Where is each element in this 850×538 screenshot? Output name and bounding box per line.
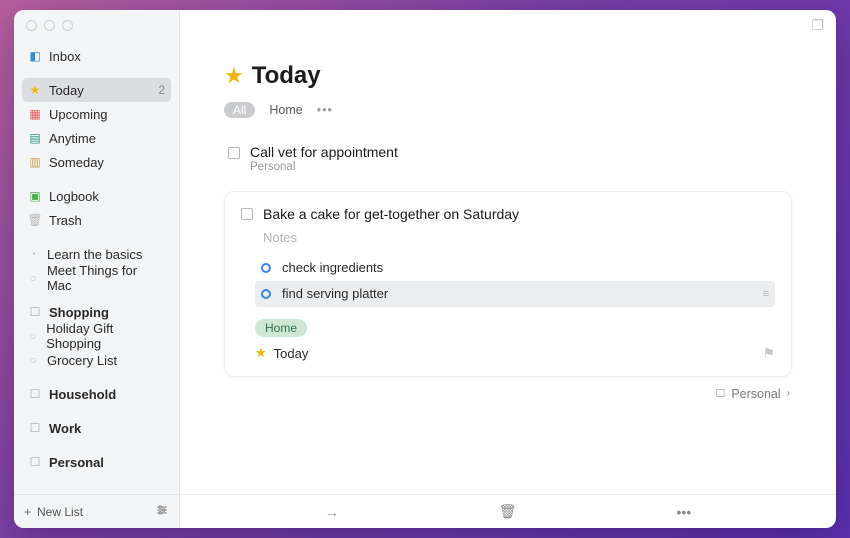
checklist-item-label: check ingredients	[282, 260, 383, 275]
tags-row: Home	[255, 319, 775, 337]
today-count-badge: 2	[158, 83, 165, 97]
archive-icon: ▥	[28, 155, 42, 169]
sidebar-area-personal[interactable]: ☐ Personal	[22, 450, 171, 474]
sidebar-item-today[interactable]: ★ Today 2	[22, 78, 171, 102]
settings-icon[interactable]	[155, 503, 169, 520]
area-icon: ☐	[28, 305, 42, 319]
app-window: ◧ Inbox ★ Today 2 ▦ Upcoming ▤ Anytime	[14, 10, 836, 528]
star-icon: ★	[255, 345, 267, 361]
sidebar-item-label: Household	[49, 387, 116, 402]
sidebar-item-inbox[interactable]: ◧ Inbox	[22, 44, 171, 68]
area-link-label: Personal	[731, 387, 780, 401]
when-row[interactable]: ★ Today ⚑	[255, 345, 775, 362]
sidebar-item-upcoming[interactable]: ▦ Upcoming	[22, 102, 171, 126]
stack-icon: ▤	[28, 131, 42, 145]
star-icon: ★	[28, 83, 42, 97]
task-title[interactable]: Bake a cake for get-together on Saturday	[263, 206, 519, 222]
sidebar-item-label: Meet Things for Mac	[47, 263, 165, 293]
task-checkbox[interactable]	[228, 147, 240, 159]
sidebar-item-label: Grocery List	[47, 353, 117, 368]
page-title-row: ★ Today	[224, 62, 792, 90]
filter-row: All Home •••	[224, 102, 792, 118]
when-label: Today	[274, 346, 309, 361]
sidebar-project-holiday[interactable]: ○ Holiday Gift Shopping	[22, 324, 171, 348]
new-list-button[interactable]: New List	[37, 505, 83, 519]
flag-icon[interactable]: ⚑	[762, 345, 775, 362]
sidebar-item-label: Anytime	[49, 131, 96, 146]
sidebar-area-work[interactable]: ☐ Work	[22, 416, 171, 440]
sidebar-footer: + New List	[14, 494, 179, 528]
checklist: check ingredients find serving platter ≡	[255, 255, 775, 307]
move-icon[interactable]: →	[325, 504, 339, 520]
checklist-item-label: find serving platter	[282, 286, 388, 301]
checklist-circle-icon[interactable]	[261, 263, 271, 273]
tag-chip[interactable]: Home	[255, 319, 307, 337]
area-icon: ☐	[28, 455, 42, 469]
multi-window-icon[interactable]: ❐	[811, 17, 824, 34]
zoom-window-button[interactable]	[62, 20, 73, 31]
calendar-icon: ▦	[28, 107, 42, 121]
project-icon: ○	[26, 329, 39, 343]
bottom-toolbar: → 🗑 •••	[180, 494, 836, 528]
sidebar-item-label: Logbook	[49, 189, 99, 204]
task-card-head: Bake a cake for get-together on Saturday	[241, 206, 775, 222]
main-header: ❐	[180, 10, 836, 40]
sidebar-item-logbook[interactable]: ▣ Logbook	[22, 184, 171, 208]
sidebar-item-anytime[interactable]: ▤ Anytime	[22, 126, 171, 150]
filter-home[interactable]: Home	[269, 103, 302, 117]
chevron-right-icon: ›	[787, 388, 790, 399]
plus-icon: +	[24, 505, 31, 519]
sidebar-item-label: Work	[49, 421, 81, 436]
sidebar-item-label: Upcoming	[49, 107, 108, 122]
sidebar-item-label: Today	[49, 83, 84, 98]
drag-handle-icon[interactable]: ≡	[763, 288, 769, 300]
task-area-label: Personal	[250, 161, 398, 173]
trash-icon: 🗑	[28, 213, 42, 227]
notes-placeholder[interactable]: Notes	[263, 230, 775, 245]
sidebar-nav: ◧ Inbox ★ Today 2 ▦ Upcoming ▤ Anytime	[14, 40, 179, 494]
task-checkbox[interactable]	[241, 208, 253, 220]
area-icon: ☐	[28, 421, 42, 435]
minimize-window-button[interactable]	[44, 20, 55, 31]
window-titlebar	[14, 10, 179, 40]
sidebar-item-label: Shopping	[49, 305, 109, 320]
sidebar-item-label: Someday	[49, 155, 104, 170]
area-icon: ☐	[28, 387, 42, 401]
checklist-item[interactable]: find serving platter ≡	[255, 281, 775, 307]
task-card-expanded: Bake a cake for get-together on Saturday…	[224, 191, 792, 377]
sidebar-item-someday[interactable]: ▥ Someday	[22, 150, 171, 174]
page-title: Today	[252, 62, 321, 90]
inbox-icon: ◧	[28, 49, 42, 63]
sidebar-item-label: Inbox	[49, 49, 81, 64]
filter-all[interactable]: All	[224, 102, 255, 118]
sidebar: ◧ Inbox ★ Today 2 ▦ Upcoming ▤ Anytime	[14, 10, 180, 528]
more-actions-icon[interactable]: •••	[677, 504, 692, 520]
checklist-item[interactable]: check ingredients	[255, 255, 775, 281]
filter-more-icon[interactable]: •••	[317, 103, 333, 117]
star-icon: ★	[224, 63, 244, 89]
logbook-icon: ▣	[28, 189, 42, 203]
area-link[interactable]: ☐ Personal ›	[224, 387, 792, 401]
sidebar-item-label: Trash	[49, 213, 82, 228]
project-icon: ○	[26, 271, 40, 285]
checklist-circle-icon[interactable]	[261, 289, 271, 299]
project-icon: ◔	[26, 247, 40, 261]
sidebar-area-household[interactable]: ☐ Household	[22, 382, 171, 406]
project-icon: ○	[26, 353, 40, 367]
sidebar-item-trash[interactable]: 🗑 Trash	[22, 208, 171, 232]
content-area: ★ Today All Home ••• Call vet for appoin…	[180, 40, 836, 494]
area-icon: ☐	[715, 387, 725, 400]
close-window-button[interactable]	[26, 20, 37, 31]
sidebar-project-meet[interactable]: ○ Meet Things for Mac	[22, 266, 171, 290]
sidebar-project-grocery[interactable]: ○ Grocery List	[22, 348, 171, 372]
main-pane: ❐ ★ Today All Home ••• Call vet for appo…	[180, 10, 836, 528]
task-title: Call vet for appointment	[250, 144, 398, 161]
sidebar-item-label: Learn the basics	[47, 247, 142, 262]
delete-icon[interactable]: 🗑	[499, 503, 517, 520]
sidebar-item-label: Personal	[49, 455, 104, 470]
sidebar-item-label: Holiday Gift Shopping	[46, 321, 165, 351]
task-row[interactable]: Call vet for appointment Personal	[224, 144, 792, 173]
